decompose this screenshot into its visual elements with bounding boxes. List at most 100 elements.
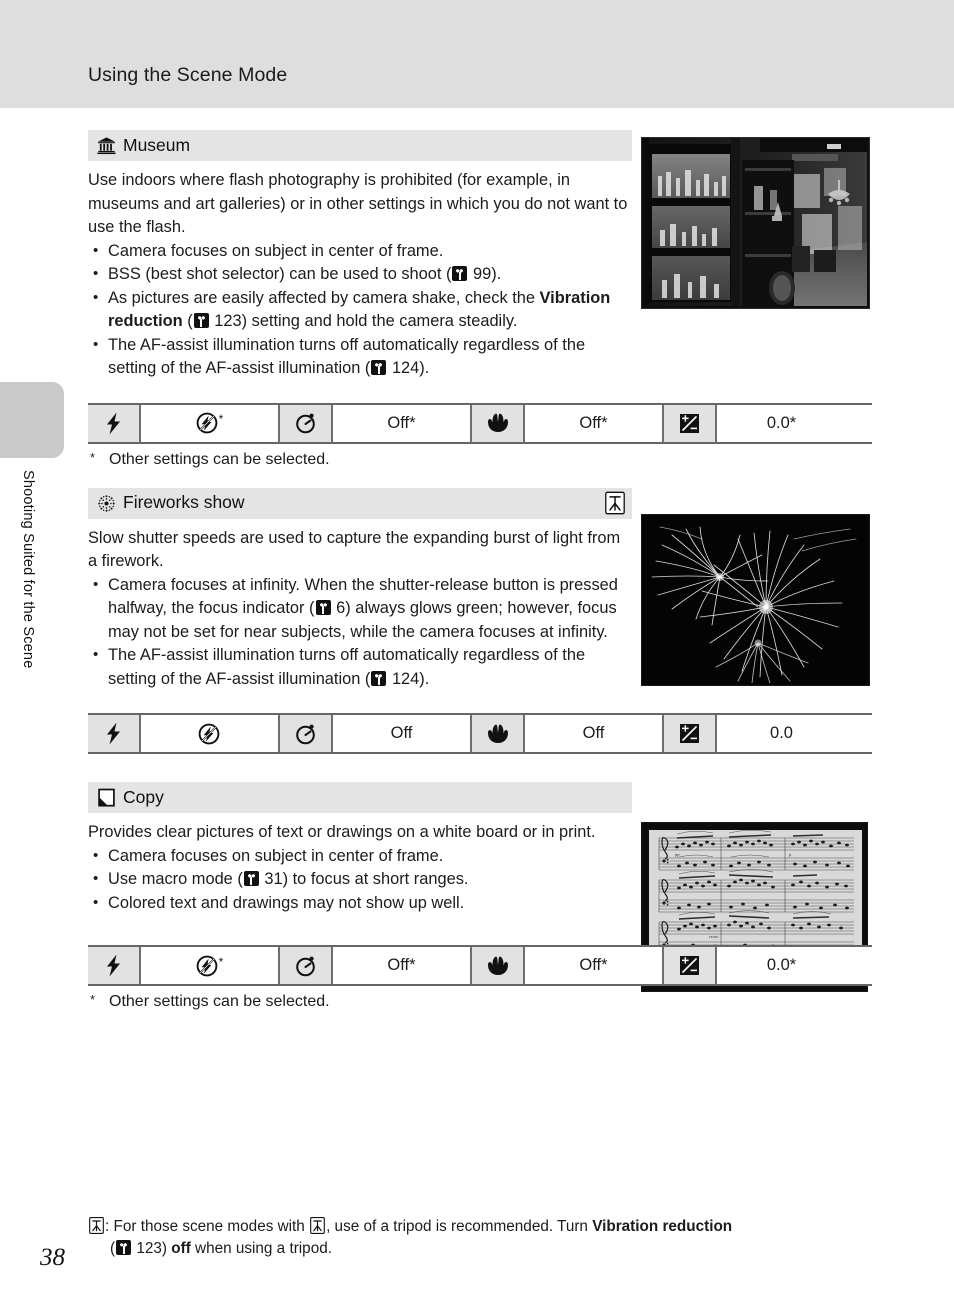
- footnote-marker: *: [90, 449, 96, 465]
- tripod-note-bold-off: off: [171, 1240, 191, 1257]
- self-timer-value[interactable]: Off*: [333, 947, 472, 984]
- settings-bar-fireworks: Off Off 0.0: [88, 713, 872, 754]
- section-title-copy: Copy: [123, 786, 164, 807]
- self-timer-cell[interactable]: [280, 715, 333, 752]
- flash-mode-cell[interactable]: [88, 404, 141, 442]
- page-header-band: [0, 0, 954, 108]
- exposure-compensation-value[interactable]: 0.0*: [717, 404, 846, 442]
- page-number: 38: [40, 1244, 65, 1271]
- flash-off-icon: [196, 412, 218, 434]
- bullet-text: Camera focuses on subject in center of f…: [108, 241, 444, 260]
- macro-mode-cell[interactable]: [472, 947, 525, 984]
- page-reference-icon: [452, 266, 468, 281]
- macro-mode-value[interactable]: Off*: [525, 404, 664, 442]
- list-item: Use macro mode ( 31) to focus at short r…: [88, 867, 633, 892]
- flash-bolt-icon: [106, 954, 120, 977]
- self-timer-cell[interactable]: [280, 947, 333, 984]
- fireworks-bullet-list: Camera focuses at infinity. When the shu…: [88, 573, 633, 692]
- exposure-compensation-value-text: 0.0*: [766, 413, 797, 432]
- bullet-text-post: ) setting and hold the camera steadily.: [241, 312, 518, 330]
- list-item: Colored text and drawings may not show u…: [88, 891, 633, 916]
- flash-value-asterisk: *: [218, 954, 224, 969]
- flash-mode-cell[interactable]: [88, 947, 141, 984]
- section-body-museum: Use indoors where flash photography is p…: [88, 161, 633, 381]
- macro-mode-value[interactable]: Off*: [525, 947, 664, 984]
- page-reference-icon: [371, 360, 387, 375]
- self-timer-value[interactable]: Off: [333, 715, 472, 752]
- bullet-text-post: ).: [491, 265, 502, 283]
- tripod-note-text-a: : For those scene modes with: [105, 1218, 310, 1235]
- museum-icon: [97, 137, 116, 155]
- bullet-text-post: ) to focus at short ranges.: [282, 870, 469, 888]
- bullet-text: Camera focuses on subject in center of f…: [108, 846, 444, 865]
- page-reference-icon: [371, 670, 387, 686]
- section-body-copy: Provides clear pictures of text or drawi…: [88, 813, 633, 915]
- list-item: The AF-assist illumination turns off aut…: [88, 643, 633, 691]
- list-item: BSS (best shot selector) can be used to …: [88, 262, 633, 287]
- museum-intro: Use indoors where flash photography is p…: [88, 171, 628, 236]
- exposure-compensation-icon: [680, 413, 699, 433]
- footnote-text: Other settings can be selected.: [109, 993, 330, 1010]
- flash-value-asterisk: *: [218, 412, 224, 426]
- exposure-compensation-cell[interactable]: [664, 715, 717, 752]
- exposure-compensation-cell[interactable]: [664, 947, 717, 984]
- self-timer-icon: [295, 724, 315, 744]
- section-title-fireworks: Fireworks show: [123, 492, 245, 513]
- macro-mode-value[interactable]: Off: [525, 715, 664, 752]
- section-header-fireworks: Fireworks show: [88, 487, 632, 519]
- list-item: Camera focuses on subject in center of f…: [88, 239, 633, 264]
- bullet-ref: 99: [473, 265, 492, 283]
- bullet-text: The AF-assist illumination turns off aut…: [108, 646, 586, 688]
- macro-mode-value-text: Off: [582, 724, 605, 742]
- page-reference-icon: [116, 1240, 132, 1255]
- macro-flower-icon: [487, 724, 508, 743]
- flash-bolt-icon: [106, 412, 120, 434]
- list-item: As pictures are easily affected by camer…: [88, 286, 633, 334]
- flash-mode-cell[interactable]: [88, 715, 141, 752]
- bullet-text: As pictures are easily affected by camer…: [108, 288, 540, 307]
- page-reference-icon: [193, 313, 209, 328]
- exposure-compensation-icon: [680, 724, 699, 743]
- exposure-compensation-value[interactable]: 0.0*: [717, 947, 846, 984]
- copy-icon: [98, 788, 115, 807]
- chapter-tab-label: Shooting Suited for the Scene: [20, 470, 36, 669]
- self-timer-cell[interactable]: [280, 404, 333, 442]
- copy-intro: Provides clear pictures of text or drawi…: [88, 823, 596, 841]
- exposure-compensation-cell[interactable]: [664, 404, 717, 442]
- self-timer-value-text: Off: [390, 724, 413, 742]
- bullet-text-post: ).: [419, 359, 430, 377]
- flash-mode-value[interactable]: *: [141, 947, 280, 984]
- page-reference-icon: [315, 600, 331, 615]
- bullet-ref: 31: [264, 870, 283, 888]
- bullet-text: Colored text and drawings may not show u…: [108, 893, 465, 912]
- self-timer-value[interactable]: Off*: [333, 404, 472, 442]
- content-column: Museum Use indoors where flash photograp…: [88, 130, 872, 1011]
- footnote-marker: *: [90, 992, 96, 1007]
- tripod-note: : For those scene modes with , use of a …: [88, 1216, 878, 1260]
- bullet-ref: 124: [391, 669, 420, 688]
- settings-bar-copy: * Off* Off* 0.0*: [88, 945, 872, 986]
- tripod-note-line2: ( 123) off when using a tripod.: [88, 1238, 878, 1260]
- page-title: Using the Scene Mode: [88, 64, 288, 86]
- macro-mode-value-text: Off*: [579, 956, 608, 974]
- self-timer-value-text: Off*: [387, 956, 416, 974]
- list-item: Camera focuses on subject in center of f…: [88, 844, 633, 869]
- self-timer-icon: [295, 413, 315, 434]
- exposure-compensation-value[interactable]: 0.0: [717, 715, 846, 752]
- section-header-copy: Copy: [88, 782, 632, 813]
- chapter-thumb-tab: [0, 382, 64, 458]
- bullet-text: The AF-assist illumination turns off aut…: [108, 335, 586, 378]
- tripod-note-line1: : For those scene modes with , use of a …: [88, 1216, 878, 1238]
- flash-mode-value[interactable]: [141, 715, 280, 752]
- settings-bar-museum: * Off* Off* 0.0*: [88, 402, 872, 444]
- macro-mode-cell[interactable]: [472, 715, 525, 752]
- footnote-museum: * Other settings can be selected.: [88, 444, 874, 469]
- macro-mode-cell[interactable]: [472, 404, 525, 442]
- tripod-note-line2-a: (: [110, 1240, 116, 1257]
- bullet-text: Use macro mode (: [108, 870, 243, 888]
- flash-mode-value[interactable]: *: [141, 404, 280, 442]
- tripod-note-line2-c: when using a tripod.: [190, 1240, 332, 1257]
- fireworks-intro: Slow shutter speeds are used to capture …: [88, 528, 621, 571]
- bullet-ref: 6: [336, 599, 346, 617]
- copy-bullet-list: Camera focuses on subject in center of f…: [88, 844, 633, 916]
